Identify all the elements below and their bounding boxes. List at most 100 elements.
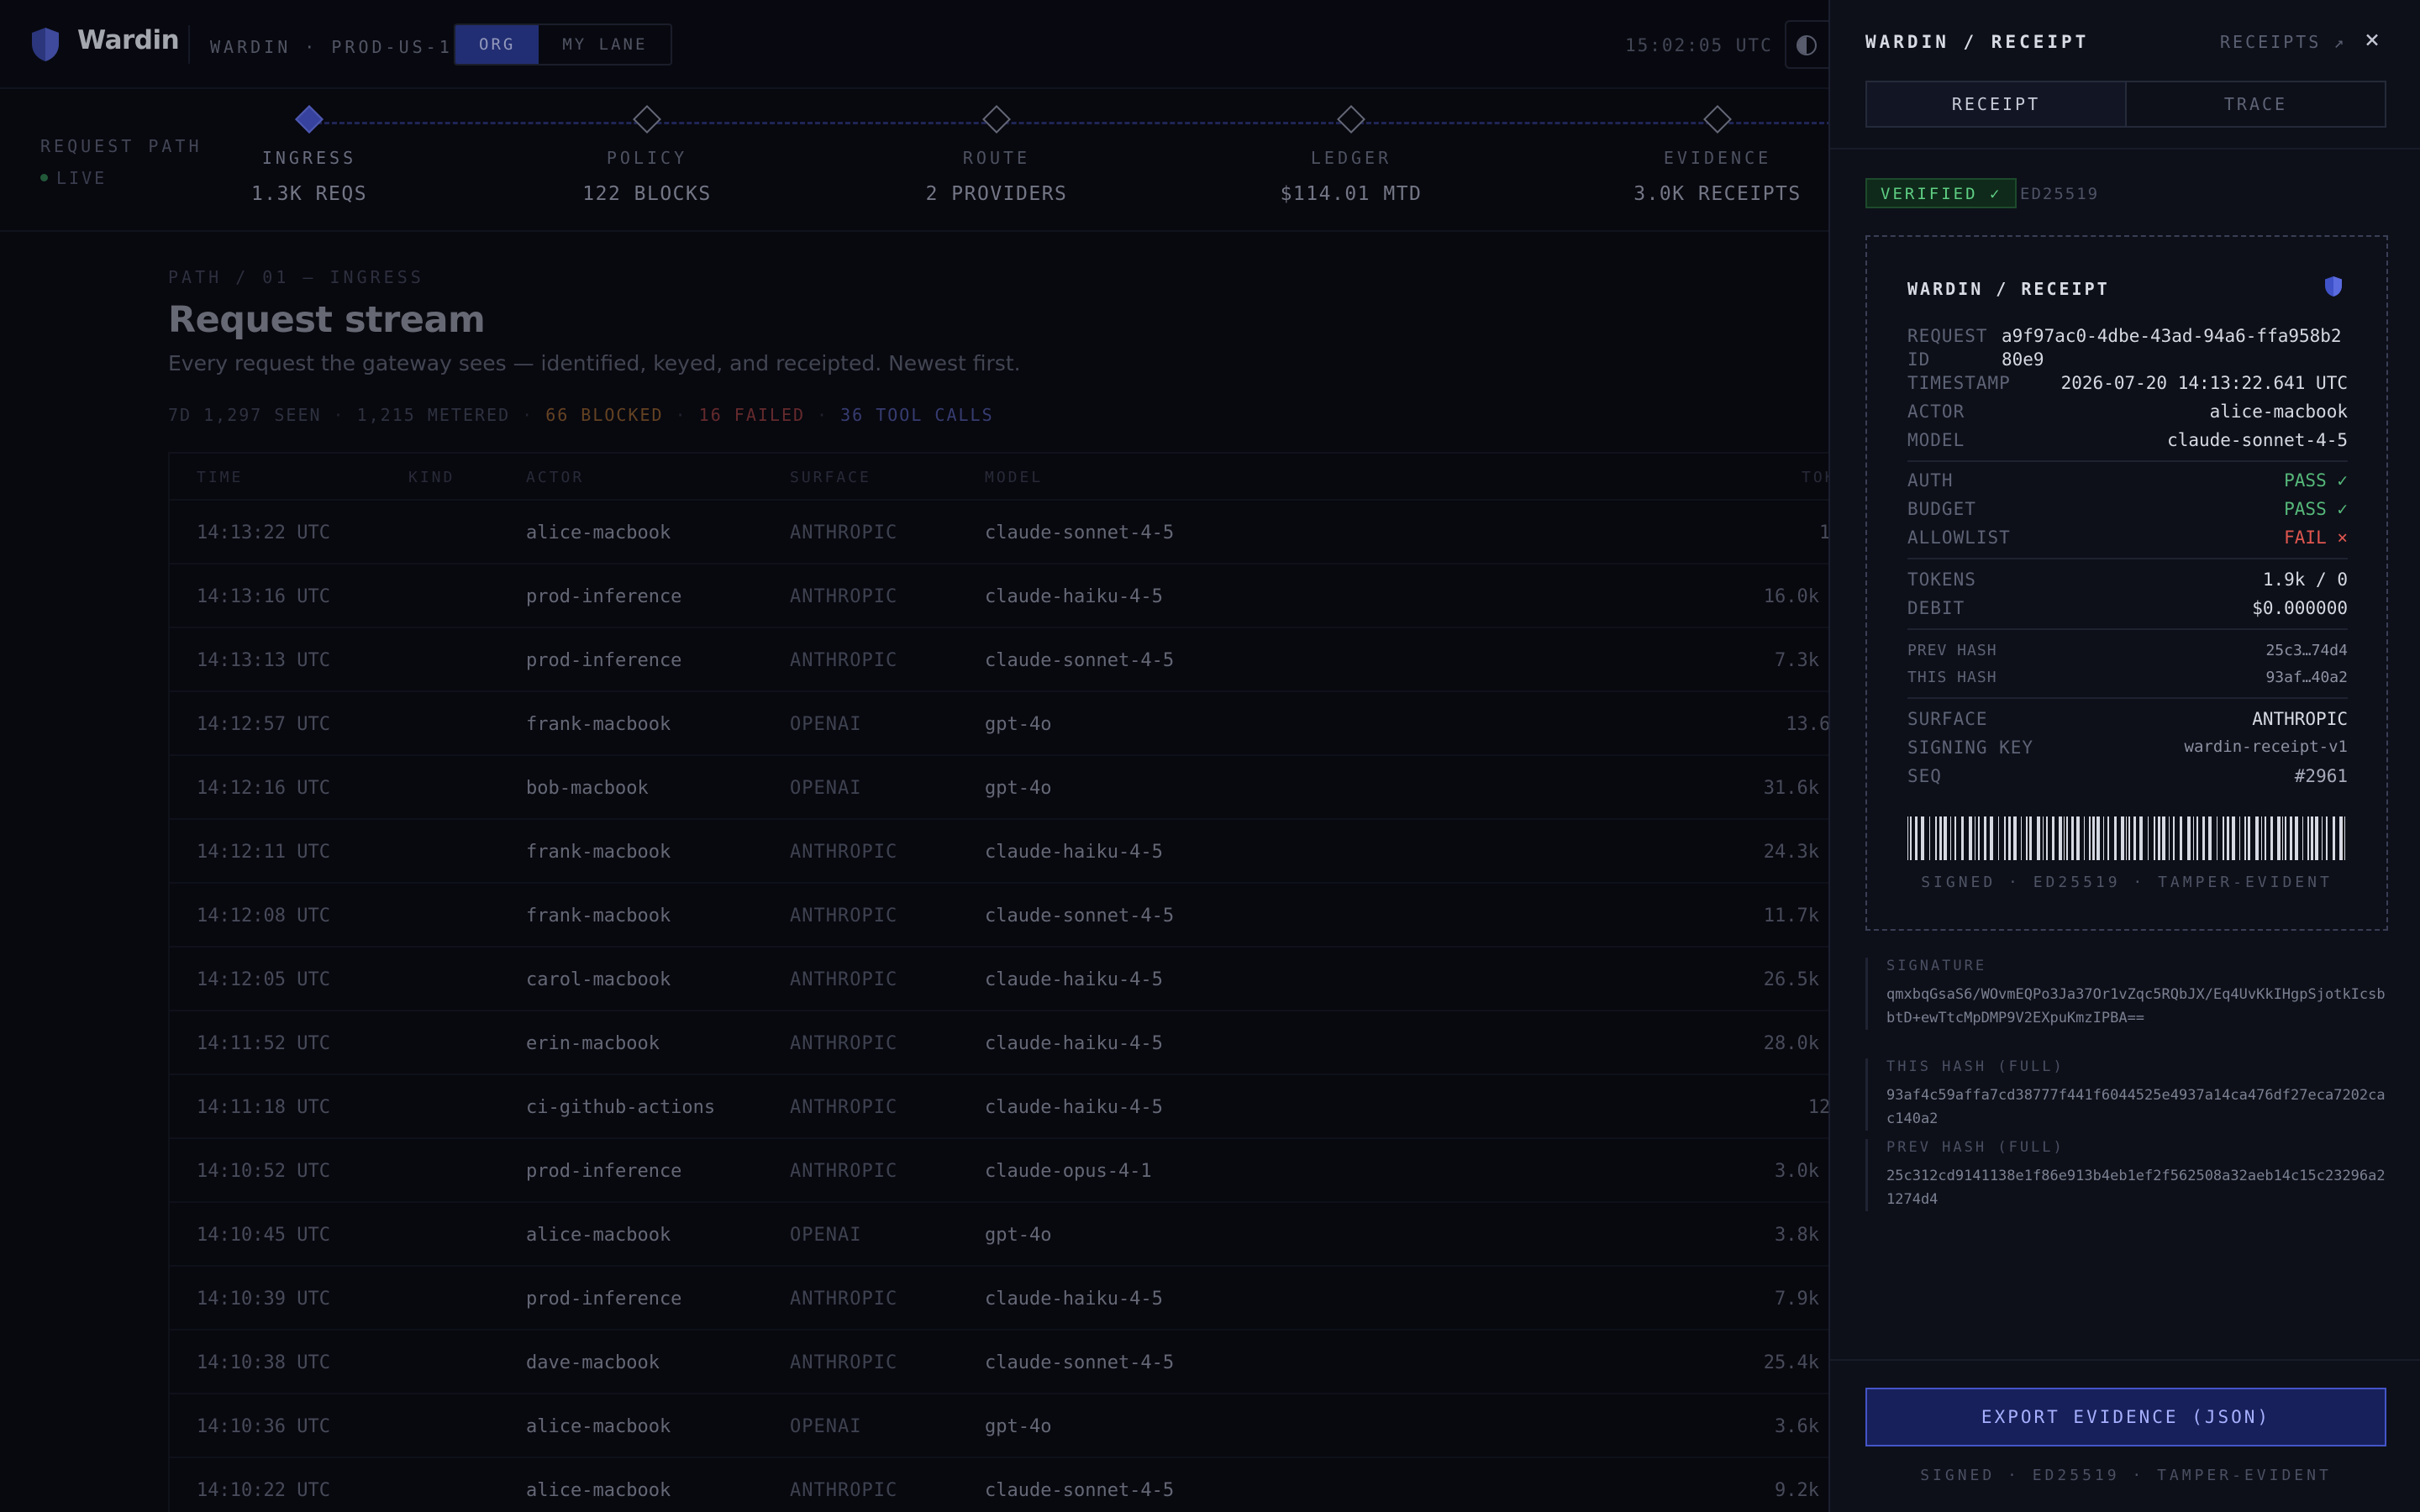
barcode-bar	[2232, 816, 2235, 860]
table-row[interactable]: 14:10:52 UTC prod-inference ANTHROPIC claud…	[170, 1139, 1864, 1203]
table-row[interactable]: 14:11:52 UTC erin-macbook ANTHROPIC claude-…	[170, 1011, 1864, 1075]
this-hash-full-block: THIS HASH (FULL) 93af4c59affa7cd38777f44…	[1865, 1058, 2386, 1131]
request-id-label: REQUEST ID	[1907, 326, 1988, 370]
column-time[interactable]: TIME	[197, 469, 243, 486]
row-time: 14:13:22 UTC	[197, 522, 330, 543]
stat-failed[interactable]: 16 FAILED	[699, 405, 805, 425]
table-row[interactable]: 14:13:22 UTC alice-macbook ANTHROPIC claude…	[170, 501, 1864, 564]
barcode-bar	[1969, 816, 1972, 860]
table-row[interactable]: 14:10:45 UTC alice-macbook OPENAI gpt-4o 3.8…	[170, 1203, 1864, 1267]
row-model: claude-haiku-4-5	[985, 1289, 1163, 1310]
receipt-divider	[1907, 628, 2348, 630]
barcode-bar	[1907, 816, 1908, 860]
barcode-bar	[2307, 816, 2309, 860]
barcode-bar	[2021, 816, 2022, 860]
row-time: 14:10:38 UTC	[197, 1352, 330, 1373]
row-actor: alice-macbook	[526, 1416, 671, 1437]
tab-receipt[interactable]: RECEIPT	[1867, 82, 2127, 126]
stage-ledger[interactable]: LEDGER $114.01 MTD	[1225, 105, 1477, 205]
prev-hash-full-value[interactable]: 25c312cd9141138e1f86e913b4eb1ef2f562508a…	[1886, 1164, 2386, 1211]
barcode-bar	[2302, 816, 2303, 860]
export-evidence-button[interactable]: EXPORT EVIDENCE (JSON)	[1865, 1388, 2386, 1446]
barcode-bar	[2046, 816, 2048, 860]
prev-hash-full-label: PREV HASH (FULL)	[1886, 1139, 2065, 1156]
table-row[interactable]: 14:10:38 UTC dave-macbook ANTHROPIC claude-…	[170, 1331, 1864, 1394]
barcode-bar	[2290, 816, 2292, 860]
table-row[interactable]: 14:12:11 UTC frank-macbook ANTHROPIC claude…	[170, 820, 1864, 884]
row-actor: prod-inference	[526, 1289, 682, 1310]
barcode-bar	[2128, 816, 2130, 860]
stage-marker-icon	[982, 105, 1011, 134]
column-surface[interactable]: SURFACE	[790, 469, 871, 486]
stage-value: 122 BLOCKS	[582, 183, 712, 205]
stage-route[interactable]: ROUTE 2 PROVIDERS	[871, 105, 1123, 205]
row-model: gpt-4o	[985, 1416, 1052, 1437]
barcode-bar	[2169, 816, 2170, 860]
row-model: claude-haiku-4-5	[985, 1097, 1163, 1118]
row-actor: carol-macbook	[526, 969, 671, 990]
column-actor[interactable]: ACTOR	[526, 469, 584, 486]
column-model[interactable]: MODEL	[985, 469, 1043, 486]
stat-blocked[interactable]: 66 BLOCKED	[545, 405, 663, 425]
receipt-card: WARDIN / RECEIPT REQUEST ID a9f97ac0-4db…	[1865, 235, 2388, 931]
table-row[interactable]: 14:12:08 UTC frank-macbook ANTHROPIC claude…	[170, 884, 1864, 948]
barcode-bar	[2037, 816, 2040, 860]
table-row[interactable]: 14:10:22 UTC alice-macbook ANTHROPIC claude…	[170, 1458, 1864, 1512]
row-model: claude-haiku-4-5	[985, 586, 1163, 607]
row-actor: frank-macbook	[526, 906, 671, 927]
scope-toggle: ORG MY LANE	[454, 24, 673, 66]
stage-evidence[interactable]: EVIDENCE 3.0K RECEIPTS	[1591, 105, 1844, 205]
row-tokens: 28.0k / 4	[1763, 1033, 1864, 1054]
this-hash-row: THIS HASH 93af…40a2	[1907, 669, 2348, 694]
scope-my-lane-button[interactable]: MY LANE	[539, 25, 671, 64]
barcode-bar	[2026, 816, 2028, 860]
barcode-bar	[2265, 816, 2266, 860]
table-row[interactable]: 14:12:57 UTC frank-macbook OPENAI gpt-4o 13.…	[170, 692, 1864, 756]
table-row[interactable]: 14:12:16 UTC bob-macbook OPENAI gpt-4o 31.6k…	[170, 756, 1864, 820]
this-hash-full-label: THIS HASH (FULL)	[1886, 1058, 2065, 1075]
barcode-bar	[1944, 816, 1947, 860]
actor-row: ACTOR alice-macbook	[1907, 402, 2348, 427]
barcode-bar	[2121, 816, 2124, 860]
table-row[interactable]: 14:13:13 UTC prod-inference ANTHROPIC claud…	[170, 628, 1864, 692]
row-time: 14:10:52 UTC	[197, 1161, 330, 1182]
stage-ingress[interactable]: INGRESS 1.3K REQS	[183, 105, 435, 205]
barcode-bar	[2008, 816, 2011, 860]
row-tokens: 11.7k / 2	[1763, 906, 1864, 927]
receipts-link[interactable]: RECEIPTS ↗	[2220, 32, 2346, 52]
table-row[interactable]: 14:13:16 UTC prod-inference ANTHROPIC claud…	[170, 564, 1864, 628]
table-row[interactable]: 14:10:36 UTC alice-macbook OPENAI gpt-4o 3.6…	[170, 1394, 1864, 1458]
row-model: claude-haiku-4-5	[985, 842, 1163, 863]
receipt-footer: SIGNED · ED25519 · TAMPER-EVIDENT	[1921, 874, 2333, 891]
table-row[interactable]: 14:10:39 UTC prod-inference ANTHROPIC claud…	[170, 1267, 1864, 1331]
row-tokens: 26.5k / 2	[1763, 969, 1864, 990]
table-row[interactable]: 14:12:05 UTC carol-macbook ANTHROPIC claude…	[170, 948, 1864, 1011]
signature-value[interactable]: qmxbqGsaS6/WOvmEQPo3Ja37Or1vZqc5RQbJX/Eq…	[1886, 983, 2386, 1030]
row-time: 14:10:39 UTC	[197, 1289, 330, 1310]
tokens-row: TOKENS 1.9k / 0	[1907, 570, 2348, 595]
prev-hash-value: 25c3…74d4	[2265, 642, 2348, 659]
barcode-bar	[2196, 816, 2198, 860]
theme-toggle-button[interactable]	[1785, 20, 1835, 69]
row-surface: ANTHROPIC	[790, 1289, 898, 1310]
this-hash-full-value[interactable]: 93af4c59affa7cd38777f441f6044525e4937a14…	[1886, 1084, 2386, 1131]
stage-name: ROUTE	[962, 148, 1031, 168]
scope-org-button[interactable]: ORG	[455, 25, 539, 64]
row-model: claude-sonnet-4-5	[985, 1352, 1175, 1373]
row-model: gpt-4o	[985, 1225, 1052, 1246]
stage-policy[interactable]: POLICY 122 BLOCKS	[521, 105, 773, 205]
stage-name: LEDGER	[1310, 148, 1392, 168]
breadcrumb: PATH / 01 — INGRESS	[168, 267, 424, 287]
tab-trace[interactable]: TRACE	[2127, 82, 2385, 126]
debit-value: $0.000000	[2252, 598, 2348, 618]
table-row[interactable]: 14:11:18 UTC ci-github-actions ANTHROPIC cl…	[170, 1075, 1864, 1139]
row-actor: frank-macbook	[526, 842, 671, 863]
stage-marker-icon	[1337, 105, 1365, 134]
close-icon[interactable]: ×	[2365, 25, 2380, 55]
barcode-bar	[2107, 816, 2109, 860]
barcode-bar	[2244, 816, 2246, 860]
stage-marker-icon	[633, 105, 661, 134]
row-actor: bob-macbook	[526, 778, 649, 799]
stat-tool-calls[interactable]: 36 TOOL CALLS	[840, 405, 994, 425]
column-kind[interactable]: KIND	[408, 469, 455, 486]
